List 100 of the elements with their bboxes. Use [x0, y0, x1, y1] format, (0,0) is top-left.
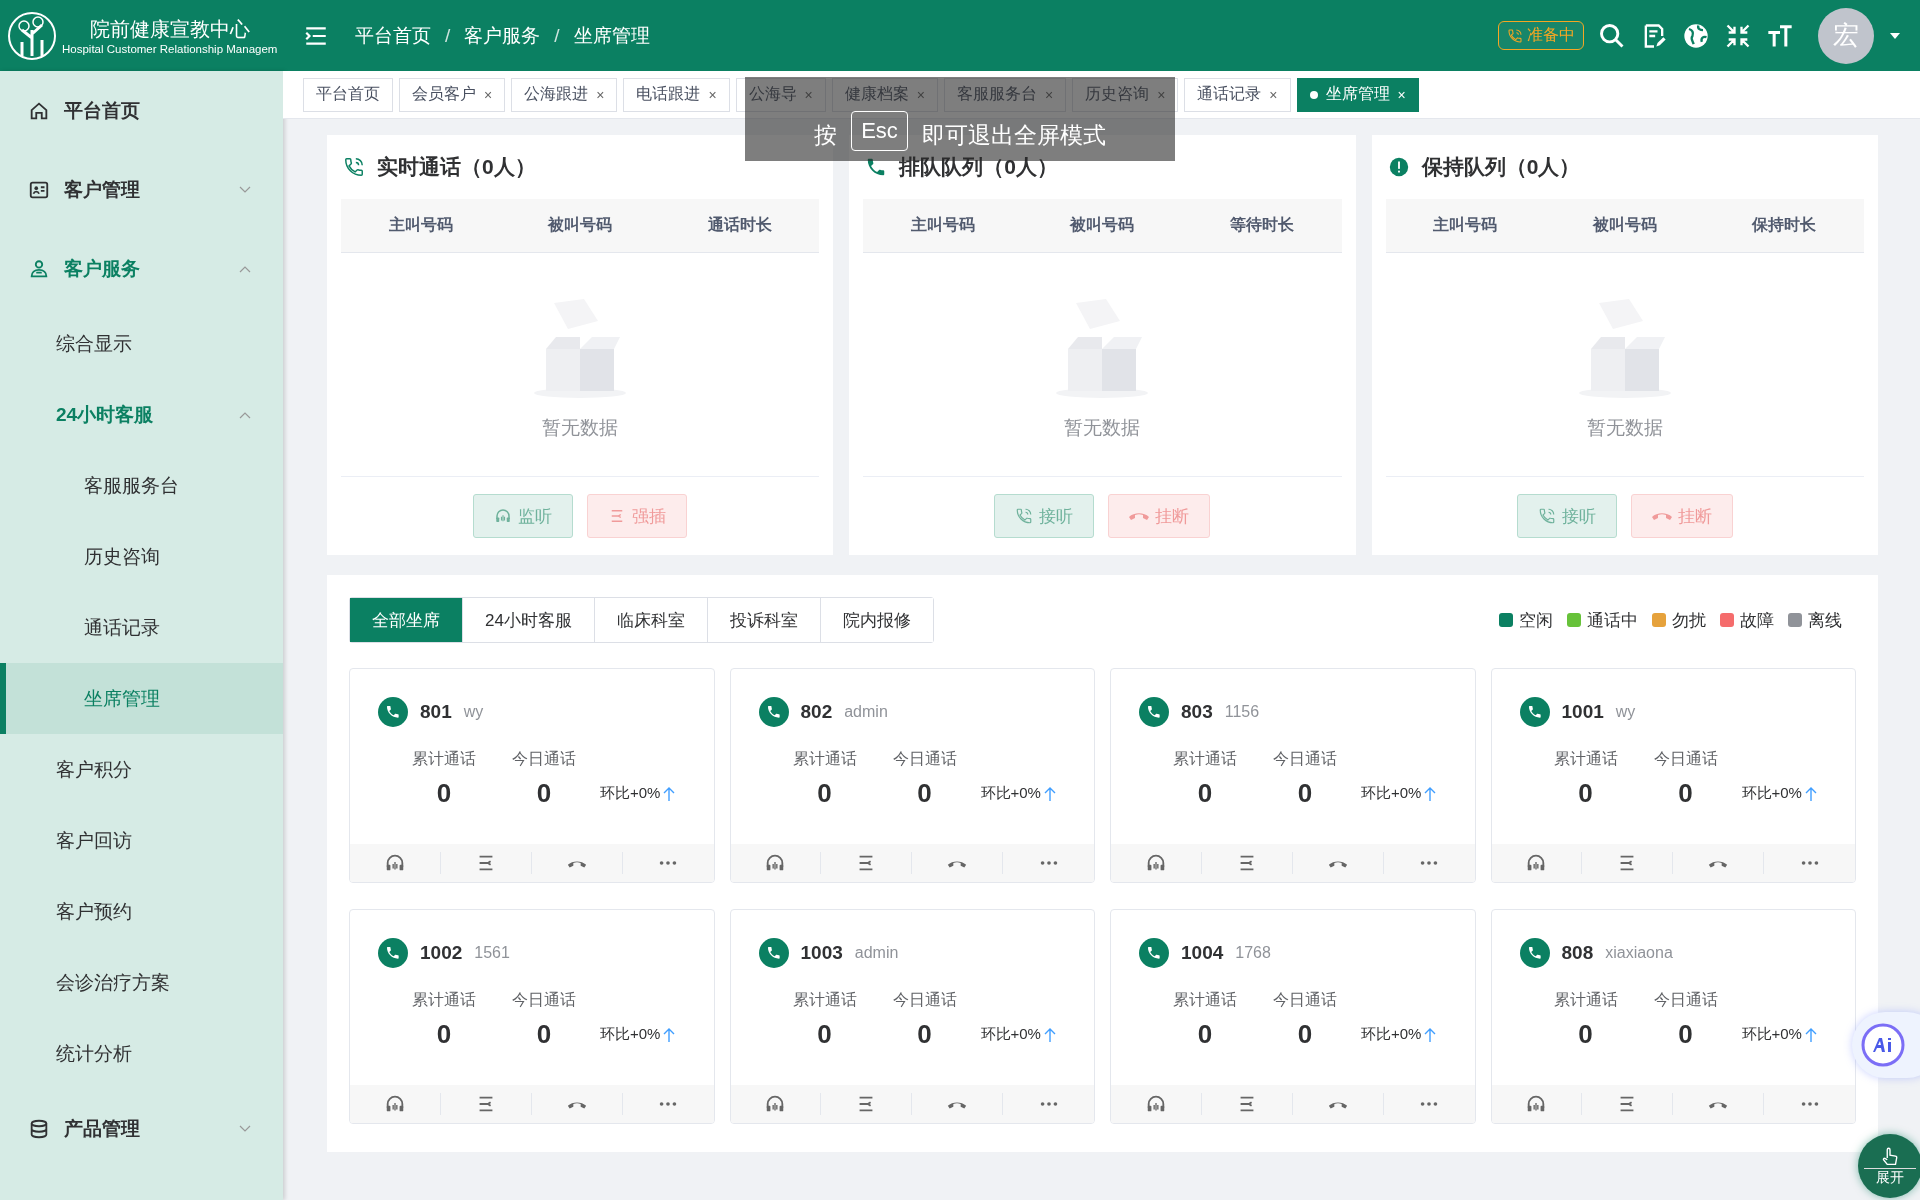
- page-tab[interactable]: 坐席管理 ×: [1296, 77, 1419, 112]
- sidebar-item[interactable]: 统计分析: [0, 1018, 283, 1089]
- up-arrow-icon: [1804, 785, 1817, 802]
- stat-label: 累计通话: [1552, 749, 1619, 769]
- panel-title: 实时通话（0人）: [377, 154, 536, 180]
- sidebar-item[interactable]: 会诊治疗方案: [0, 947, 283, 1018]
- sidebar-item[interactable]: 历史咨询: [0, 521, 283, 592]
- close-icon[interactable]: ×: [596, 86, 605, 103]
- stat-value: 0: [535, 1019, 553, 1050]
- phone-icon: [1139, 697, 1169, 727]
- breadcrumb-link[interactable]: 坐席管理: [573, 22, 650, 49]
- ratio-text: 环比+0%: [600, 784, 661, 803]
- people-icon: [28, 257, 50, 280]
- sidebar-item[interactable]: 通话记录: [0, 592, 283, 663]
- empty-text: 暂无数据: [1586, 415, 1663, 440]
- agent-user: xiaxiaona: [1605, 944, 1673, 962]
- stat-value: 0: [1196, 778, 1214, 809]
- breadcrumb-separator: /: [445, 24, 451, 47]
- breadcrumb-link[interactable]: 平台首页: [355, 22, 431, 49]
- breadcrumb-link[interactable]: 客户服务: [464, 22, 541, 49]
- alert-icon: [1387, 156, 1410, 178]
- agent-user: admin: [854, 944, 899, 962]
- stat-label: 今日通话: [1272, 749, 1338, 769]
- app-subtitle: Hospital Customer Relationship Managem: [62, 43, 278, 55]
- up-arrow-icon: [663, 1026, 676, 1043]
- legend-label: 勿扰: [1672, 609, 1706, 632]
- sidebar-item[interactable]: 产品管理: [0, 1089, 283, 1168]
- extension-number: 1001: [1561, 701, 1604, 723]
- sidebar-item[interactable]: 平台首页: [0, 71, 283, 150]
- tab-label: 客服服务台: [956, 84, 1037, 104]
- panel-title: 排队队列（0人）: [899, 154, 1058, 180]
- stat-value: 0: [916, 1019, 933, 1050]
- sidebar-item[interactable]: 综合显示: [0, 308, 283, 379]
- up-arrow-icon: [1424, 785, 1437, 802]
- column-header: 等待时长: [1228, 215, 1295, 235]
- sidebar-item[interactable]: 客服服务台: [0, 450, 283, 521]
- tab-label: 健康档案: [844, 84, 909, 104]
- extension-number: 1004: [1181, 942, 1224, 964]
- tab-label: 通话记录: [1197, 84, 1262, 104]
- agent-user: wy: [1615, 703, 1636, 721]
- empty-text: 暂无数据: [1064, 415, 1141, 440]
- page-tab[interactable]: 电话跟进 ×: [623, 77, 730, 112]
- stat-value: 0: [1677, 1019, 1694, 1050]
- up-arrow-icon: [1043, 785, 1056, 802]
- ratio-text: 环比+0%: [1741, 1025, 1802, 1044]
- ai-assistant-button[interactable]: [1852, 1012, 1920, 1078]
- sidebar-item[interactable]: 24小时客服: [0, 379, 283, 450]
- close-icon[interactable]: ×: [1397, 86, 1406, 103]
- column-header: 主叫号码: [1432, 215, 1499, 235]
- ratio-text: 环比+0%: [980, 784, 1041, 803]
- up-arrow-icon: [1043, 1026, 1056, 1043]
- page-tab[interactable]: 会员客户 ×: [399, 77, 506, 112]
- stat-label: 累计通话: [791, 990, 858, 1010]
- stat-label: 今日通话: [1272, 990, 1338, 1010]
- stat-label: 累计通话: [1172, 990, 1238, 1010]
- globe-icon[interactable]: [1682, 21, 1710, 50]
- stat-label: 今日通话: [891, 749, 958, 769]
- column-header: 主叫号码: [387, 215, 454, 235]
- search-icon[interactable]: [1598, 21, 1626, 50]
- page-tab[interactable]: 公海跟进 ×: [511, 77, 618, 112]
- extension-number: 803: [1181, 701, 1213, 723]
- column-header: 主叫号码: [910, 215, 977, 235]
- legend-label: 通话中: [1587, 609, 1638, 632]
- expand-button[interactable]: 展开: [1858, 1134, 1920, 1198]
- phone-icon: [378, 697, 408, 727]
- tab-label: 会员客户: [412, 84, 476, 104]
- close-icon[interactable]: ×: [484, 86, 493, 103]
- phone-icon: [758, 697, 789, 727]
- phone-icon: [1519, 697, 1550, 727]
- tab-label: 历史咨询: [1085, 84, 1150, 104]
- close-icon[interactable]: ×: [708, 86, 717, 103]
- stat-label: 今日通话: [511, 990, 577, 1010]
- sidebar-item[interactable]: 客户回访: [0, 805, 283, 876]
- tab-label: 公海导: [748, 84, 797, 104]
- tab-label: 平台首页: [316, 84, 380, 104]
- up-arrow-icon: [663, 785, 676, 802]
- page-tab[interactable]: 通话记录 ×: [1184, 77, 1291, 112]
- close-icon[interactable]: ×: [1269, 86, 1278, 103]
- sidebar-item[interactable]: 客户积分: [0, 734, 283, 805]
- active-dot: [1309, 90, 1318, 99]
- hint-text: 即可退出全屏模式: [921, 121, 1106, 150]
- stat-value: 0: [816, 1019, 833, 1050]
- coins-icon: [28, 1117, 50, 1140]
- filter-tab[interactable]: 全部坐席: [350, 598, 463, 642]
- sidebar-item[interactable]: 客户管理: [0, 150, 283, 229]
- tab-label: 坐席管理: [1325, 84, 1390, 104]
- app-title: 院前健康宣教中心: [89, 17, 250, 42]
- page-tab[interactable]: 平台首页: [303, 77, 393, 112]
- sidebar-item[interactable]: 客户服务: [0, 229, 283, 308]
- legend-label: 离线: [1808, 609, 1842, 632]
- stat-value: 0: [1296, 778, 1314, 809]
- sidebar-item[interactable]: 客户预约: [0, 876, 283, 947]
- sidebar-item[interactable]: 坐席管理: [0, 663, 283, 734]
- stat-value: 0: [1677, 778, 1694, 809]
- phone-icon: [1537, 507, 1556, 525]
- agent-user: admin: [844, 703, 888, 721]
- phone-icon: [1519, 938, 1550, 968]
- phone-icon: [378, 938, 408, 968]
- stat-value: 0: [535, 778, 553, 809]
- column-header: 保持时长: [1750, 215, 1818, 235]
